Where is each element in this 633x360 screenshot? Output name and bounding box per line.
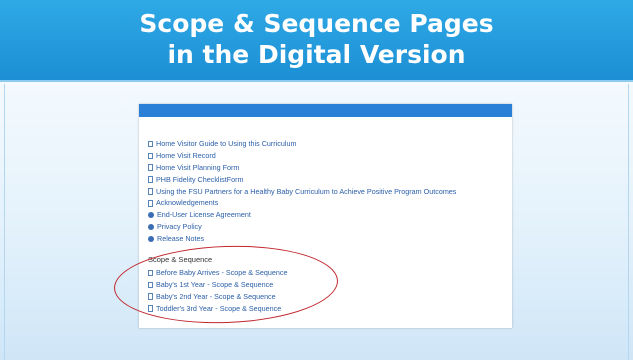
link-label: PHB Fidelity ChecklistForm bbox=[156, 174, 244, 184]
link-label: Acknowledgements bbox=[156, 198, 219, 208]
title-divider bbox=[0, 80, 633, 82]
link-label: Using the FSU Partners for a Healthy Bab… bbox=[156, 186, 457, 196]
frame-left-border bbox=[4, 84, 5, 360]
link-home-visit-record[interactable]: Home Visit Record bbox=[148, 150, 456, 162]
document-icon bbox=[148, 164, 153, 171]
document-icon bbox=[148, 152, 153, 160]
link-home-visit-planning-form[interactable]: Home Visit Planning Form bbox=[148, 162, 456, 174]
globe-icon bbox=[148, 224, 154, 231]
link-home-visitor-guide[interactable]: Home Visitor Guide to Using this Curricu… bbox=[148, 138, 456, 150]
link-using-fsu-curriculum[interactable]: Using the FSU Partners for a Healthy Bab… bbox=[148, 186, 456, 198]
document-icon bbox=[148, 188, 153, 195]
link-label: Home Visitor Guide to Using this Curricu… bbox=[156, 139, 297, 148]
link-privacy-policy[interactable]: Privacy Policy bbox=[148, 221, 456, 233]
resource-link-list: Home Visitor Guide to Using this Curricu… bbox=[148, 138, 456, 245]
document-icon bbox=[148, 200, 153, 207]
link-release-notes[interactable]: Release Notes bbox=[148, 233, 456, 245]
link-acknowledgements[interactable]: Acknowledgements bbox=[148, 197, 456, 209]
link-label: Privacy Policy bbox=[157, 222, 202, 232]
document-icon bbox=[148, 176, 153, 183]
slide-title-line-2: in the Digital Version bbox=[167, 40, 466, 69]
link-end-user-license[interactable]: End-User License Agreement bbox=[148, 209, 456, 221]
globe-icon bbox=[148, 212, 154, 219]
frame-right-border bbox=[628, 84, 629, 360]
link-phb-fidelity-checklist[interactable]: PHB Fidelity ChecklistForm bbox=[148, 174, 456, 186]
screenshot-header-bar bbox=[139, 104, 512, 117]
slide: Scope & Sequence Pages in the Digital Ve… bbox=[0, 0, 633, 360]
link-label: Home Visit Planning Form bbox=[156, 162, 240, 172]
globe-icon bbox=[148, 236, 154, 243]
link-label: End-User License Agreement bbox=[157, 210, 251, 220]
document-icon bbox=[148, 140, 153, 148]
slide-title: Scope & Sequence Pages in the Digital Ve… bbox=[0, 8, 633, 70]
link-label: Home Visit Record bbox=[156, 150, 216, 160]
link-label: Release Notes bbox=[157, 234, 205, 244]
slide-title-line-1: Scope & Sequence Pages bbox=[139, 9, 494, 38]
